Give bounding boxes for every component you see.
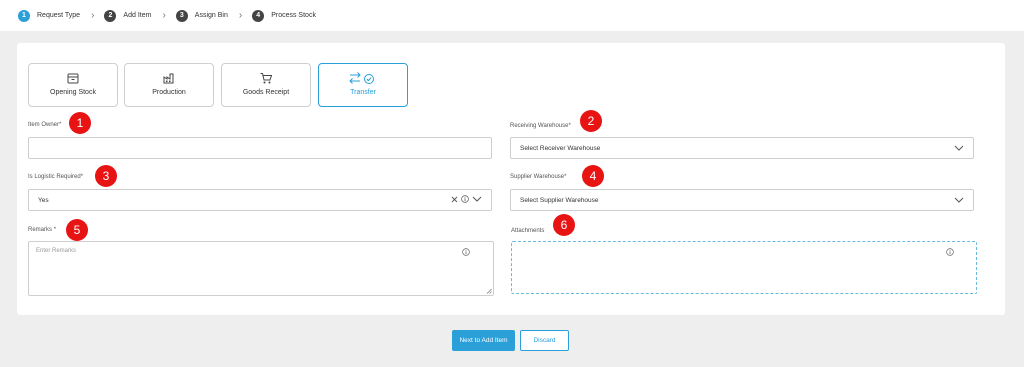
request-type-production[interactable]: Production [124,63,214,107]
next-to-add-item-button[interactable]: Next to Add Item [452,330,515,351]
request-form-card: Opening Stock Production Goods Receipt T… [17,43,1005,315]
discard-button[interactable]: Discard [520,330,569,351]
request-type-opening-stock[interactable]: Opening Stock [28,63,118,107]
required-marker: * [568,123,571,129]
info-icon [946,248,954,256]
step-label: Request Type [37,12,81,19]
chevron-down-icon [472,196,482,202]
item-owner-input[interactable] [28,137,492,159]
box-icon [67,73,79,84]
tile-label: Opening Stock [50,89,96,96]
select-controls [451,195,482,203]
step-assign-bin[interactable]: 3 Assign Bin [175,9,228,22]
progress-stepper: 1 Request Type › 2 Add Item › 3 Assign B… [0,0,1024,31]
factory-icon [163,73,174,84]
step-label: Assign Bin [194,12,228,19]
resize-handle-icon[interactable] [486,288,492,294]
annotation-badge: 1 [69,112,91,134]
label-text: Item Owner [28,122,60,128]
chevron-down-icon [954,145,964,151]
selected-value: Yes [38,196,49,204]
item-owner-label: Item Owner* [28,122,61,128]
remarks-label: Remarks * [28,227,56,233]
step-number: 4 [252,9,265,22]
step-add-item[interactable]: 2 Add Item [104,9,152,22]
label-text: Is Logistic Required [28,174,81,180]
step-process-stock[interactable]: 4 Process Stock [252,9,316,22]
tile-label: Transfer [350,89,376,96]
label-text: Remarks [28,227,53,233]
clear-icon[interactable] [451,196,458,203]
required-marker: * [564,174,567,180]
supplier-warehouse-select[interactable]: Select Supplier Warehouse [510,189,974,211]
selected-value: Select Supplier Warehouse [520,196,599,204]
is-logistic-required-select[interactable]: Yes [28,189,492,211]
annotation-badge: 2 [580,110,602,132]
chevron-right-icon: › [91,9,95,21]
is-logistic-required-label: Is Logistic Required* [28,174,83,180]
info-icon [462,248,470,256]
annotation-badge: 5 [66,219,88,241]
required-marker: * [80,174,84,180]
label-text: Supplier Warehouse [510,174,565,180]
info-icon [461,195,469,203]
step-number: 3 [175,9,188,22]
tile-label: Goods Receipt [242,89,290,96]
transfer-icon [349,72,374,84]
step-number: 1 [18,9,30,22]
chevron-down-icon [954,197,964,203]
step-label: Add Item [123,12,152,19]
cart-icon [260,73,273,84]
remarks-textarea[interactable]: Enter Remarks [28,241,494,296]
step-request-type[interactable]: 1 Request Type [18,9,81,22]
receiving-warehouse-select[interactable]: Select Receiver Warehouse [510,137,974,159]
request-type-transfer[interactable]: Transfer [318,63,408,107]
annotation-badge: 6 [553,214,575,236]
step-label: Process Stock [271,12,316,19]
label-text: Receiving Warehouse [510,123,569,129]
annotation-badge: 3 [95,165,117,187]
tile-label: Production [152,89,186,96]
step-number: 2 [104,9,117,22]
receiving-warehouse-label: Receiving Warehouse* [510,123,571,129]
remarks-placeholder: Enter Remarks [36,248,77,254]
annotation-badge: 4 [582,165,604,187]
attachments-dropzone[interactable] [511,241,977,294]
chevron-right-icon: › [162,9,166,21]
required-marker: * [53,227,57,233]
supplier-warehouse-label: Supplier Warehouse* [510,174,566,180]
selected-value: Select Receiver Warehouse [520,144,601,152]
required-marker: * [59,122,62,128]
request-type-goods-receipt[interactable]: Goods Receipt [221,63,311,107]
attachments-label: Attachments [511,228,545,234]
chevron-right-icon: › [238,9,243,21]
